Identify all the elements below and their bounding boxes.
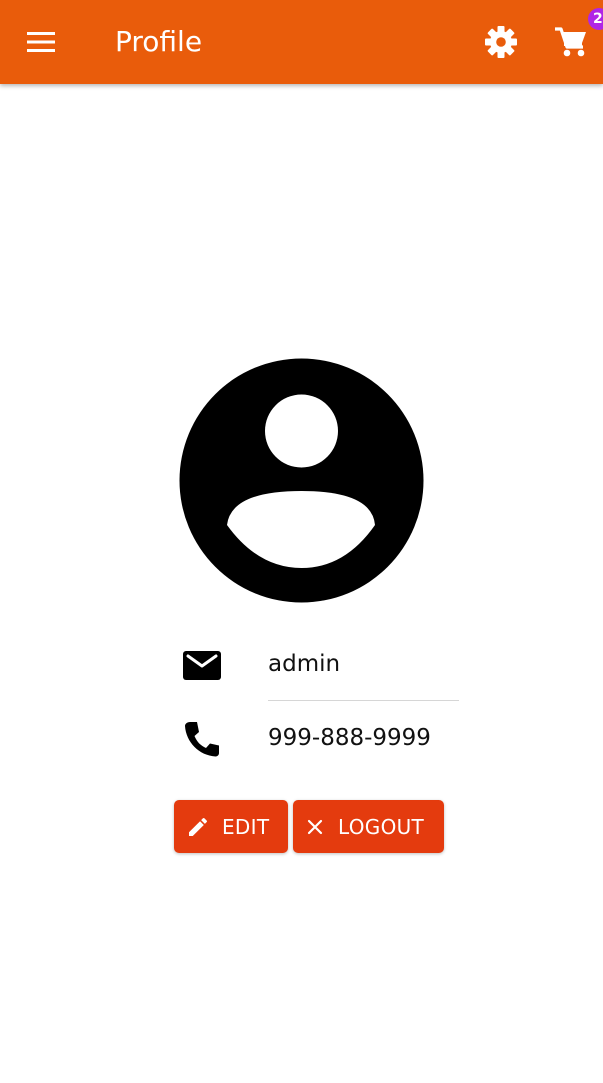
email-value: admin [268, 651, 341, 677]
phone-icon-wrap [180, 717, 224, 761]
email-divider [268, 700, 459, 701]
close-icon [307, 819, 323, 835]
mail-icon [183, 651, 221, 680]
shopping-cart-icon [555, 27, 586, 57]
page-title: Profile [115, 25, 203, 58]
settings-button[interactable] [481, 22, 521, 62]
menu-icon [27, 32, 55, 52]
phone-value: 999-888-9999 [268, 725, 431, 751]
pencil-icon [189, 817, 208, 836]
avatar [179, 358, 424, 603]
settings-icon [485, 26, 517, 58]
logout-button[interactable]: LOGOUT [293, 800, 444, 853]
logout-button-label: LOGOUT [338, 815, 425, 839]
edit-button-label: EDIT [222, 815, 270, 839]
phone-icon [185, 722, 219, 757]
account-circle-icon [179, 358, 424, 603]
app-bar: Profile 2 [0, 0, 603, 84]
email-icon-wrap [180, 643, 224, 687]
cart-badge: 2 [588, 8, 603, 30]
edit-button[interactable]: EDIT [174, 800, 288, 853]
menu-button[interactable] [21, 22, 61, 62]
cart-button[interactable] [551, 22, 591, 62]
